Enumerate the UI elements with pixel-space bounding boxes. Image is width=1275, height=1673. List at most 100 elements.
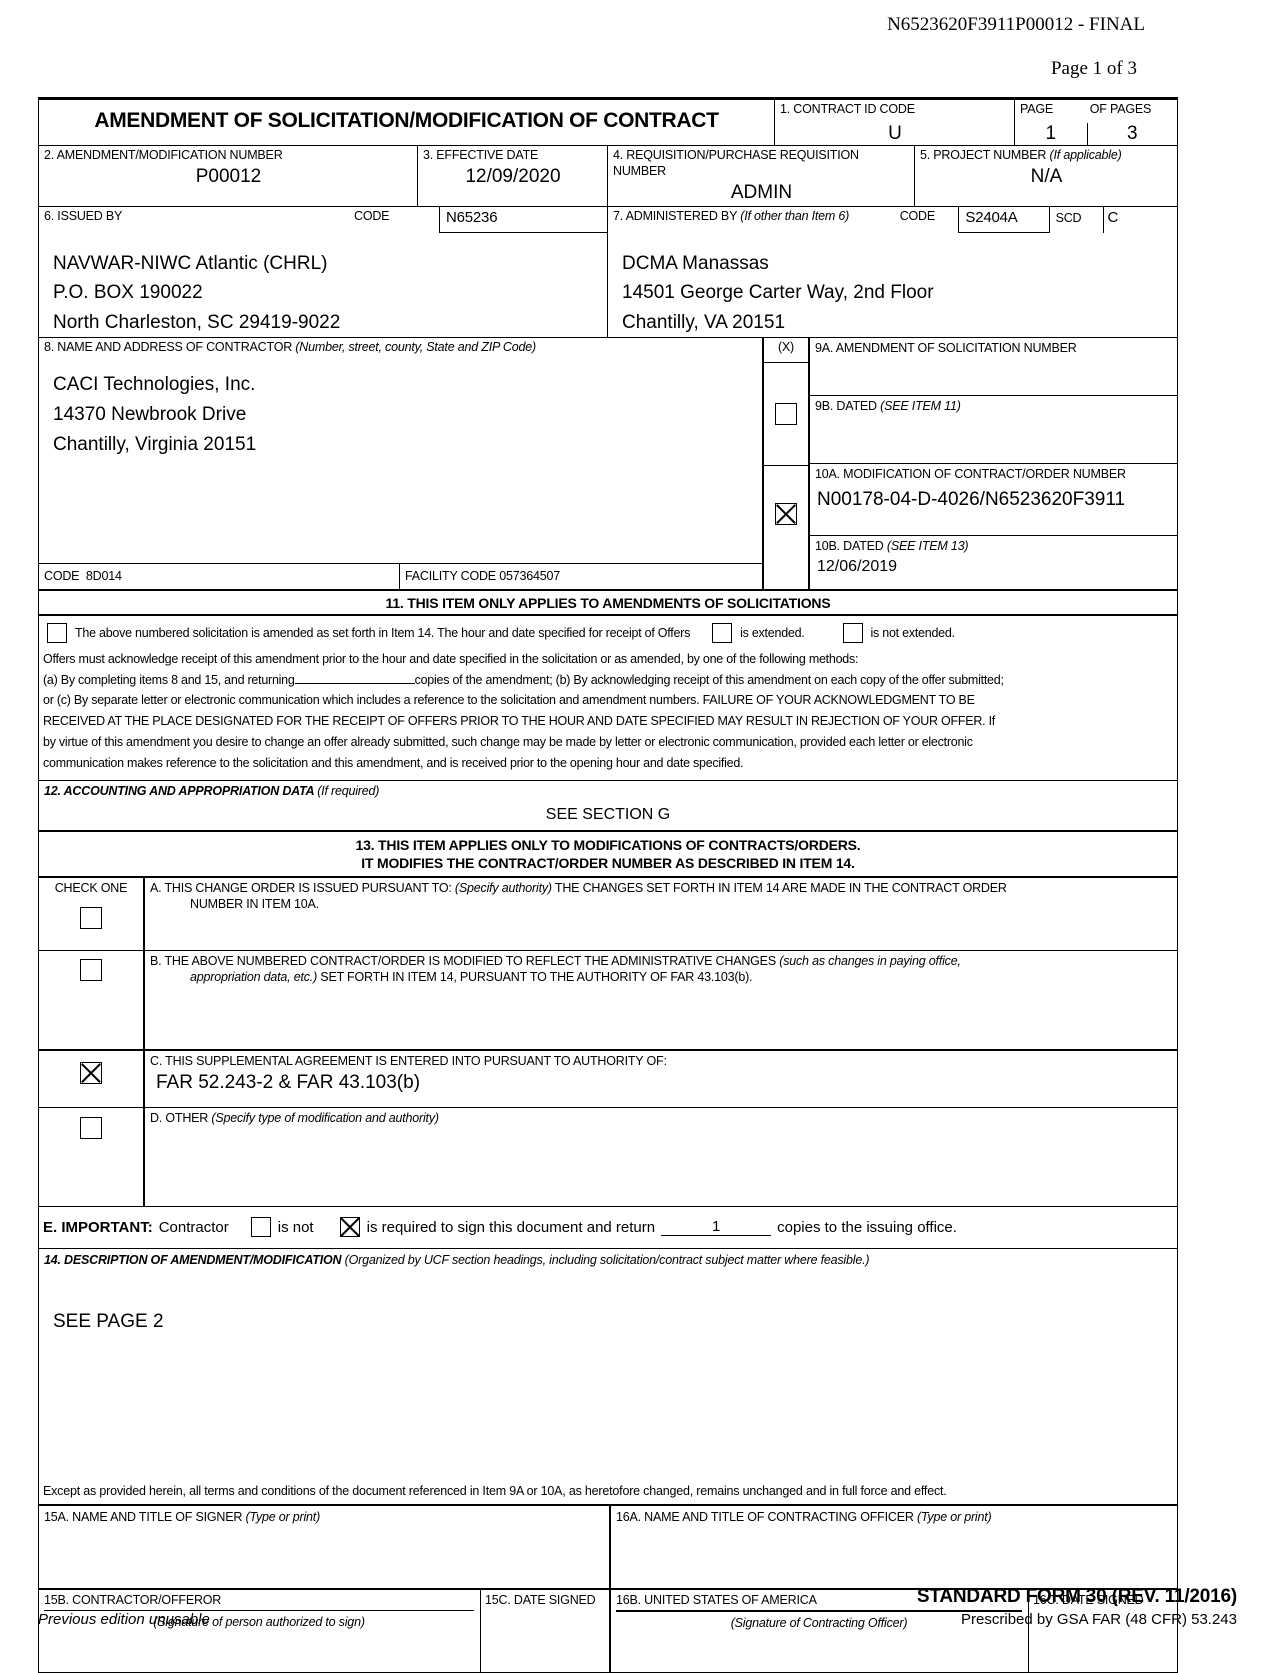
issued-by-address-line-1: NAVWAR-NIWC Atlantic (CHRL): [53, 252, 328, 274]
item-10b-cell: 10B. DATED (SEE ITEM 13) 12/06/2019: [810, 536, 1177, 589]
return-copies-value[interactable]: 1: [661, 1218, 772, 1237]
item-10a-cell: 10A. MODIFICATION OF CONTRACT/ORDER NUMB…: [810, 464, 1177, 536]
administered-by-address-line-3: Chantilly, VA 20151: [622, 311, 786, 333]
form-row-2345: 2. AMENDMENT/MODIFICATION NUMBER P00012 …: [39, 145, 1177, 206]
project-number-label: 5. PROJECT NUMBER (If applicable): [920, 148, 1122, 163]
is-required-checkbox[interactable]: [339, 1217, 360, 1238]
is-not-required-checkbox[interactable]: [250, 1217, 271, 1238]
sf30-form-page: N6523620F3911P00012 - FINAL Page 1 of 3 …: [0, 0, 1275, 1673]
amendment-number-cell: 2. AMENDMENT/MODIFICATION NUMBER P00012: [39, 146, 417, 205]
item-10b-label: 10B. DATED (SEE ITEM 13): [815, 538, 969, 553]
issued-by-address: NAVWAR-NIWC Atlantic (CHRL) P.O. BOX 190…: [39, 233, 607, 337]
item-13c-authority-value: FAR 52.243-2 & FAR 43.103(b): [156, 1071, 421, 1093]
item-13d-line1: D. OTHER (Specify type of modification a…: [150, 1111, 439, 1126]
item-12-cell: 12. ACCOUNTING AND APPROPRIATION DATA (I…: [39, 780, 1177, 830]
item-13b-checkbox[interactable]: [80, 959, 102, 982]
item-9a-value: [810, 357, 1177, 359]
item-10a-label: 10A. MODIFICATION OF CONTRACT/ORDER NUMB…: [815, 466, 1126, 481]
check-one-column-c: [39, 1051, 145, 1108]
requisition-number-label: 4. REQUISITION/PURCHASE REQUISITION NUMB…: [613, 148, 859, 179]
item-11-p3: or (c) By separate letter or electronic …: [43, 693, 975, 708]
standard-form-label: STANDARD FORM 30 (REV. 11/2016): [916, 1586, 1237, 1607]
is-required-label: is required to sign this document and re…: [366, 1218, 656, 1236]
contract-id-code-cell: 1. CONTRACT ID CODE U: [774, 99, 1014, 146]
administered-by-address: DCMA Manassas 14501 George Carter Way, 2…: [608, 233, 1177, 337]
item-e-trailing-label: copies to the issuing office.: [777, 1218, 957, 1236]
contractor-code: CODE 8D014: [44, 568, 122, 583]
page-number-value: 1: [1045, 123, 1057, 145]
effective-date-cell: 3. EFFECTIVE DATE 12/09/2020: [417, 146, 607, 206]
item-11-extension-line: The above numbered solicitation is amend…: [43, 622, 1169, 643]
amendment-solicitation-check-cell[interactable]: [764, 363, 808, 466]
item-13-band-line2: IT MODIFIES THE CONTRACT/ORDER NUMBER AS…: [361, 855, 855, 872]
x-check-column: (X): [762, 337, 810, 589]
check-one-label: CHECK ONE: [54, 881, 128, 896]
contract-id-code-label: 1. CONTRACT ID CODE: [780, 101, 915, 116]
prescribed-by-label: Prescribed by GSA FAR (48 CFR) 53.243: [961, 1611, 1237, 1628]
item-13b-line2: appropriation data, etc.) SET FORTH IN I…: [190, 969, 753, 984]
item-14-body: SEE PAGE 2: [53, 1310, 164, 1332]
check-one-column-b: [39, 951, 145, 1050]
page-of-pages-cell: PAGE OF PAGES 1 3: [1014, 99, 1177, 146]
form-body: AMENDMENT OF SOLICITATION/MODIFICATION O…: [38, 96, 1178, 1673]
contractor-address: CACI Technologies, Inc. 14370 Newbrook D…: [39, 356, 762, 461]
requisition-number-value: ADMIN: [730, 181, 793, 203]
administered-by-cell: 7. ADMINISTERED BY (If other than Item 6…: [607, 206, 1177, 337]
item-9a-cell: 9A. AMENDMENT OF SOLICITATION NUMBER: [810, 338, 1177, 396]
item-13b-check-cell[interactable]: [39, 951, 143, 982]
administered-by-code-label: CODE: [899, 208, 936, 223]
item-13c-line1: C. THIS SUPPLEMENTAL AGREEMENT IS ENTERE…: [150, 1054, 667, 1069]
contractor-codes-row: CODE 8D014 FACILITY CODE 057364507: [39, 562, 762, 589]
modification-contract-check-cell[interactable]: [764, 466, 808, 563]
is-extended-checkbox[interactable]: [712, 622, 733, 643]
item-13d-check-cell[interactable]: [39, 1108, 143, 1140]
administered-by-code-value: S2404A: [958, 206, 1050, 233]
administered-by-address-line-1: DCMA Manassas: [622, 252, 769, 274]
item-9b-value: [810, 415, 1177, 417]
check-one-column-a: CHECK ONE: [39, 878, 145, 951]
item-13-row-a: CHECK ONE A. THIS CHANGE ORDER IS ISSUED…: [39, 878, 1177, 951]
effective-date-label: 3. EFFECTIVE DATE: [423, 148, 539, 163]
item-13a-line2: NUMBER IN ITEM 10A.: [190, 896, 319, 911]
item-e-bold-label: E. IMPORTANT:: [43, 1218, 153, 1236]
item-9a-label: 9A. AMENDMENT OF SOLICITATION NUMBER: [815, 340, 1077, 355]
item-11-p1: Offers must acknowledge receipt of this …: [43, 651, 859, 666]
scd-value: C: [1102, 206, 1177, 233]
form-row-15a-16a: 15A. NAME AND TITLE OF SIGNER (Type or p…: [39, 1505, 1177, 1588]
solicitation-amended-checkbox[interactable]: [47, 622, 67, 643]
is-not-required-label: is not: [277, 1218, 314, 1236]
form-title-cell: AMENDMENT OF SOLICITATION/MODIFICATION O…: [39, 100, 774, 146]
item-e-row: E. IMPORTANT: Contractor is not is requi…: [39, 1206, 1177, 1248]
item-9b-label: 9B. DATED (SEE ITEM 11): [815, 398, 961, 413]
page-label: PAGE: [1020, 101, 1054, 116]
item-13a-check-cell[interactable]: [39, 897, 143, 929]
item-11-line1: The above numbered solicitation is amend…: [75, 625, 691, 640]
item-11-band: 11. THIS ITEM ONLY APPLIES TO AMENDMENTS…: [39, 588, 1177, 616]
amendment-solicitation-checkbox[interactable]: [775, 402, 797, 425]
item-16a-label: 16A. NAME AND TITLE OF CONTRACTING OFFIC…: [616, 1509, 992, 1524]
item-13d-text-cell: D. OTHER (Specify type of modification a…: [145, 1108, 1177, 1206]
is-not-extended-label: is not extended.: [870, 625, 956, 640]
document-header: N6523620F3911P00012 - FINAL Page 1 of 3: [0, 0, 1275, 85]
modification-contract-checkbox[interactable]: [775, 503, 797, 526]
item-10a-value: N00178-04-D-4026/N6523620F3911: [817, 488, 1126, 510]
contract-id-code-value: U: [888, 123, 902, 145]
issued-by-code-value: N65236: [439, 206, 607, 233]
is-not-extended-checkbox[interactable]: [842, 622, 863, 643]
item-13c-check-cell[interactable]: [39, 1051, 143, 1085]
item-13a-checkbox[interactable]: [80, 906, 102, 929]
item-13b-line1: B. THE ABOVE NUMBERED CONTRACT/ORDER IS …: [150, 954, 961, 969]
item-13d-checkbox[interactable]: [80, 1117, 102, 1140]
requisition-number-cell: 4. REQUISITION/PURCHASE REQUISITION NUMB…: [607, 146, 914, 206]
project-number-cell: 5. PROJECT NUMBER (If applicable) N/A: [914, 146, 1177, 206]
x-column-header: (X): [764, 338, 808, 363]
item-13-row-c: C. THIS SUPPLEMENTAL AGREEMENT IS ENTERE…: [39, 1049, 1177, 1108]
copies-blank-line[interactable]: [294, 682, 415, 684]
standard-form-block: STANDARD FORM 30 (REV. 11/2016) Prescrib…: [917, 1586, 1237, 1628]
amendment-number-value: P00012: [195, 166, 262, 188]
item-13c-checkbox[interactable]: [80, 1062, 102, 1085]
item-9b-cell: 9B. DATED (SEE ITEM 11): [810, 396, 1177, 464]
item-12-label: 12. ACCOUNTING AND APPROPRIATION DATA (I…: [44, 784, 380, 799]
issued-by-cell: 6. ISSUED BY CODE N65236 NAVWAR-NIWC Atl…: [39, 206, 607, 337]
of-pages-value: 3: [1086, 123, 1177, 146]
